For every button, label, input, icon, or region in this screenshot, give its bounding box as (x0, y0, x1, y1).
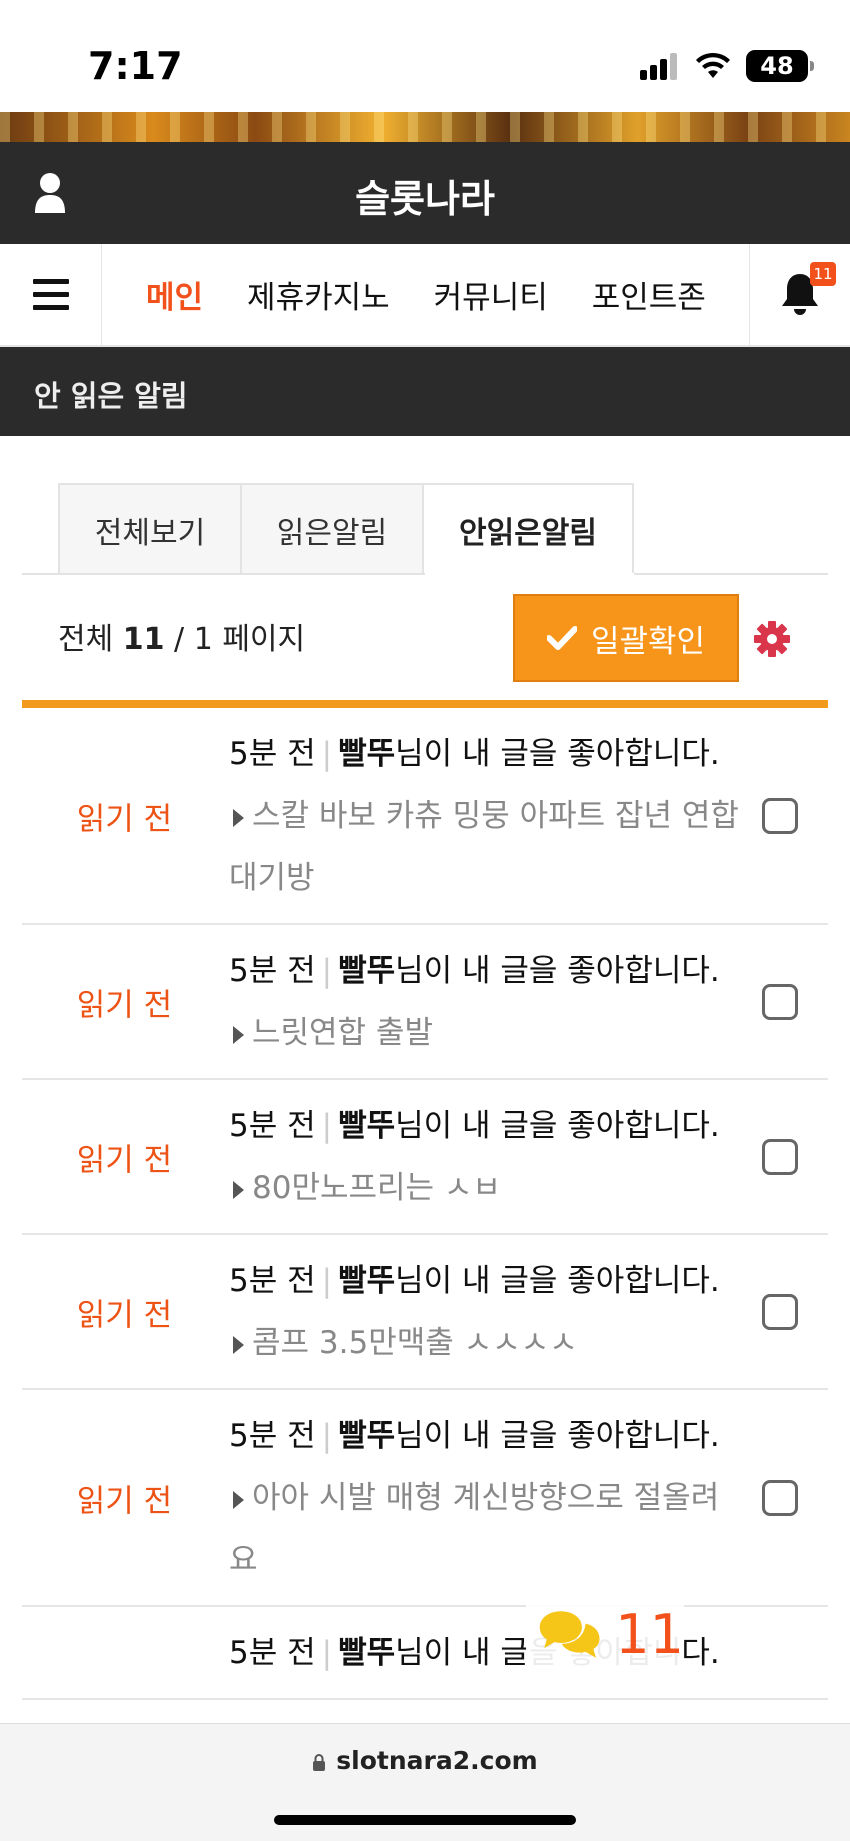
row-checkbox[interactable] (762, 797, 798, 834)
notification-count-badge: 11 (810, 262, 836, 286)
row-checkbox[interactable] (762, 1138, 798, 1175)
page-title: 안 읽은 알림 (34, 379, 188, 413)
notification-time: 5분 전 (229, 1263, 316, 1299)
nav-item-point-zone[interactable]: 포인트존 (592, 272, 706, 317)
site-title[interactable]: 슬롯나라 (0, 168, 850, 223)
read-status-label: 읽기 전 (76, 987, 173, 1023)
read-status-label: 읽기 전 (76, 1483, 173, 1519)
wifi-icon (696, 52, 730, 78)
notification-post-title[interactable]: 80만노프리는 ㅅㅂ (252, 1170, 501, 1206)
confirm-all-label: 일괄확인 (590, 623, 706, 660)
notification-user: 빨뚜 (338, 1418, 396, 1454)
list-top-divider (22, 700, 828, 708)
notification-message: 님이 내 글을 좋아합니다. (395, 1418, 720, 1454)
tab-unread[interactable]: 안읽은알림 (422, 483, 634, 575)
notification-user: 빨뚜 (338, 736, 396, 772)
notification-user: 빨뚜 (338, 1263, 396, 1299)
notification-message: 님이 내 글을 좋아합니다. (395, 953, 720, 989)
nav-bar: 메인 제휴카지노 커뮤니티 포인트존 11 (0, 244, 850, 347)
notification-time: 5분 전 (229, 1108, 316, 1144)
notification-user: 빨뚜 (338, 1635, 396, 1671)
notification-message: 님이 내 글을 좋아합니다. (395, 1263, 720, 1299)
notification-text[interactable]: 5분 전 | 빨뚜님이 내 글을 좋아합니다.콤프 3.5만맥출 ㅅㅅㅅㅅ (229, 1235, 742, 1388)
notification-tabs: 전체보기 읽은알림 안읽은알림 (58, 483, 634, 575)
nav-item-main[interactable]: 메인 (146, 272, 203, 317)
battery-icon: 48 (746, 50, 814, 82)
tab-read[interactable]: 읽은알림 (240, 483, 424, 575)
nav-item-partner-casino[interactable]: 제휴카지노 (247, 272, 390, 317)
status-bar: 7:17 48 (0, 0, 850, 112)
read-status-label: 읽기 전 (76, 801, 173, 837)
notification-row[interactable]: 읽기 전 5분 전 | 빨뚜님이 내 글을 좋아합니다.콤프 3.5만맥출 ㅅㅅㅅㅅ (22, 1235, 828, 1390)
row-checkbox[interactable] (762, 1293, 798, 1330)
read-status-label: 읽기 전 (76, 1297, 173, 1333)
notification-text[interactable]: 5분 전 | 빨뚜님이 내 글을 좋아합니다.80만노프리는 ㅅㅂ (229, 1080, 742, 1233)
chat-bubbles-icon (539, 1611, 600, 1658)
notification-time: 5분 전 (229, 953, 316, 989)
chat-float-button[interactable]: 11 (526, 1600, 684, 1670)
row-checkbox[interactable] (762, 1479, 798, 1516)
caret-right-icon (233, 1490, 244, 1509)
gear-icon[interactable] (753, 620, 791, 658)
notification-summary: 전체 11 / 1 페이지 (58, 614, 305, 658)
caret-right-icon (233, 1180, 244, 1199)
notification-text[interactable]: 5분 전 | 빨뚜님이 내 글을 좋아합니다.스칼 바보 카츄 밍뭉 아파트 잡년 … (229, 708, 742, 923)
tab-all[interactable]: 전체보기 (58, 483, 242, 575)
hamburger-menu-icon[interactable] (0, 244, 102, 345)
status-icons: 48 (640, 48, 814, 84)
notification-row[interactable]: 읽기 전 5분 전 | 빨뚜님이 내 글을 좋아합니다.느릿연합 출발 (22, 925, 828, 1080)
caret-right-icon (233, 808, 244, 827)
notification-user: 빨뚜 (338, 1108, 396, 1144)
notification-text[interactable]: 5분 전 | 빨뚜님이 내 글을 좋아합니다.아아 시발 매형 계신방향으로 절올려… (229, 1390, 742, 1605)
notification-time: 5분 전 (229, 736, 316, 772)
summary-page: / 1 페이지 (174, 622, 306, 657)
notification-bell-button[interactable]: 11 (749, 244, 850, 345)
notification-post-title[interactable]: 아아 시발 매형 계신방향으로 절올려요 (229, 1480, 719, 1578)
notification-user: 빨뚜 (338, 953, 396, 989)
top-banner-image[interactable] (0, 112, 850, 142)
url-display[interactable]: slotnara2.com (0, 1746, 850, 1775)
notification-time: 5분 전 (229, 1418, 316, 1454)
home-indicator[interactable] (274, 1815, 576, 1825)
summary-prefix: 전체 (58, 622, 114, 657)
row-checkbox[interactable] (762, 983, 798, 1020)
summary-total: 11 (122, 622, 165, 657)
site-header: 슬롯나라 (0, 142, 850, 244)
page-heading-bar: 안 읽은 알림 (0, 347, 850, 436)
read-status-label: 읽기 전 (76, 1142, 173, 1178)
chat-count: 11 (615, 1603, 684, 1666)
caret-right-icon (233, 1335, 244, 1354)
notification-text[interactable]: 5분 전 | 빨뚜님이 내 글을 좋아합니다.느릿연합 출발 (229, 925, 742, 1078)
caret-right-icon (233, 1025, 244, 1044)
notification-post-title[interactable]: 스칼 바보 카츄 밍뭉 아파트 잡년 연합대기방 (229, 798, 739, 896)
notification-row[interactable]: 읽기 전 5분 전 | 빨뚜님이 내 글을 좋아합니다.80만노프리는 ㅅㅂ (22, 1080, 828, 1235)
nav-item-community[interactable]: 커뮤니티 (434, 272, 548, 317)
confirm-all-button[interactable]: 일괄확인 (513, 594, 739, 682)
notification-row[interactable]: 읽기 전 5분 전 | 빨뚜님이 내 글을 좋아합니다.아아 시발 매형 계신방향으… (22, 1390, 828, 1607)
notification-post-title[interactable]: 느릿연합 출발 (252, 1015, 433, 1051)
notification-post-title[interactable]: 콤프 3.5만맥출 ㅅㅅㅅㅅ (252, 1325, 578, 1361)
status-time: 7:17 (88, 44, 183, 88)
lock-icon (313, 1754, 326, 1771)
nav-menu: 메인 제휴카지노 커뮤니티 포인트존 (118, 244, 750, 345)
notification-time: 5분 전 (229, 1635, 316, 1671)
notification-row[interactable]: 읽기 전 5분 전 | 빨뚜님이 내 글을 좋아합니다.스칼 바보 카츄 밍뭉 아파… (22, 708, 828, 925)
signal-icon (640, 53, 677, 80)
notification-message: 님이 내 글을 좋아합니다. (395, 1108, 720, 1144)
notification-list: 읽기 전 5분 전 | 빨뚜님이 내 글을 좋아합니다.스칼 바보 카츄 밍뭉 아파… (22, 708, 828, 1700)
checkmark-icon (546, 626, 577, 650)
browser-address-bar[interactable]: slotnara2.com (0, 1723, 850, 1841)
notification-message: 님이 내 글을 좋아합니다. (395, 736, 720, 772)
notification-row[interactable]: 5분 전|빨뚜님이 내 글을 좋아합니다. (22, 1607, 828, 1700)
url-text: slotnara2.com (336, 1746, 538, 1775)
